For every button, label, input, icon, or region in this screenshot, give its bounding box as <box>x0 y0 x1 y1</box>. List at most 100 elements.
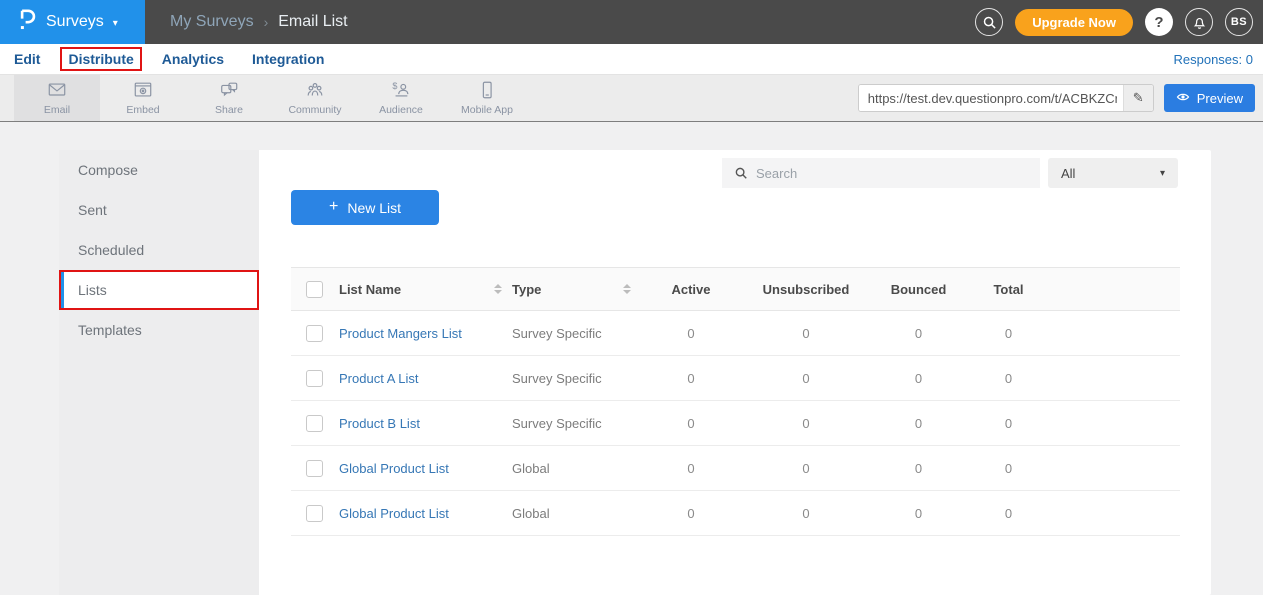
row-checkbox[interactable] <box>306 325 323 342</box>
list-filter-dropdown[interactable]: All ▾ <box>1048 158 1178 188</box>
row-checkbox[interactable] <box>306 460 323 477</box>
bounced-count: 0 <box>871 326 966 341</box>
unsubscribed-count: 0 <box>741 416 871 431</box>
bounced-count: 0 <box>871 416 966 431</box>
list-type: Global <box>512 461 550 476</box>
breadcrumb: My Surveys › Email List <box>170 13 348 31</box>
page-body: Compose Sent Scheduled Lists Templates A… <box>0 122 1263 595</box>
responses-count[interactable]: Responses: 0 <box>1174 52 1263 67</box>
email-lists-card: Compose Sent Scheduled Lists Templates A… <box>59 150 1211 595</box>
unsubscribed-count: 0 <box>741 506 871 521</box>
sidebar-item-sent[interactable]: Sent <box>59 190 259 230</box>
sort-icon[interactable] <box>623 284 631 294</box>
survey-url-input[interactable] <box>859 85 1123 111</box>
embed-icon <box>133 80 153 100</box>
upgrade-now-button[interactable]: Upgrade Now <box>1015 9 1133 36</box>
breadcrumb-separator-icon: › <box>264 14 269 30</box>
table-header-row: List Name Type Active Unsubscribed Bounc… <box>291 267 1180 311</box>
tab-distribute[interactable]: Distribute <box>62 49 139 69</box>
mobile-app-icon <box>477 80 497 100</box>
sidebar-item-compose[interactable]: Compose <box>59 150 259 190</box>
list-type: Survey Specific <box>512 371 602 386</box>
survey-url-group: ✎ <box>858 84 1154 112</box>
toolbar-tab-community[interactable]: Community <box>272 75 358 121</box>
list-type: Global <box>512 506 550 521</box>
list-name-link[interactable]: Product Mangers List <box>339 326 462 341</box>
sidebar-item-scheduled[interactable]: Scheduled <box>59 230 259 270</box>
help-icon[interactable]: ? <box>1145 8 1173 36</box>
product-switcher[interactable]: Surveys ▾ <box>0 0 145 44</box>
preview-button[interactable]: Preview <box>1164 84 1255 112</box>
new-list-button[interactable]: + New List <box>291 190 439 225</box>
list-filter-value: All <box>1061 166 1075 181</box>
table-row: Product Mangers List Survey Specific 0 0… <box>291 311 1180 356</box>
total-count: 0 <box>966 461 1051 476</box>
search-icon[interactable] <box>975 8 1003 36</box>
lists-content: All ▾ + New List List Name <box>259 150 1211 595</box>
row-checkbox[interactable] <box>306 370 323 387</box>
breadcrumb-email-list: Email List <box>278 13 347 31</box>
share-icon <box>219 80 239 100</box>
active-count: 0 <box>641 461 741 476</box>
top-bar: Surveys ▾ My Surveys › Email List Upgrad… <box>0 0 1263 44</box>
email-icon <box>47 80 67 100</box>
active-count: 0 <box>641 326 741 341</box>
search-box <box>722 158 1040 188</box>
edit-url-pencil-icon[interactable]: ✎ <box>1123 85 1153 111</box>
sidebar-item-lists[interactable]: Lists <box>59 270 259 310</box>
column-header-unsubscribed: Unsubscribed <box>741 282 871 297</box>
survey-nav: Edit Distribute Analytics Integration Re… <box>0 44 1263 75</box>
toolbar-tab-embed[interactable]: Embed <box>100 75 186 121</box>
total-count: 0 <box>966 326 1051 341</box>
column-header-active: Active <box>641 282 741 297</box>
toolbar-tab-email[interactable]: Email <box>14 75 100 121</box>
row-checkbox[interactable] <box>306 415 323 432</box>
toolbar-tab-mobile-app[interactable]: Mobile App <box>444 75 530 121</box>
column-header-bounced: Bounced <box>871 282 966 297</box>
active-count: 0 <box>641 506 741 521</box>
list-name-link[interactable]: Product A List <box>339 371 419 386</box>
unsubscribed-count: 0 <box>741 326 871 341</box>
lists-table: List Name Type Active Unsubscribed Bounc… <box>291 267 1180 536</box>
row-checkbox[interactable] <box>306 505 323 522</box>
bounced-count: 0 <box>871 506 966 521</box>
total-count: 0 <box>966 506 1051 521</box>
toolbar-tab-share[interactable]: Share <box>186 75 272 121</box>
bounced-count: 0 <box>871 461 966 476</box>
product-name: Surveys <box>46 13 104 31</box>
user-avatar[interactable]: BS <box>1225 8 1253 36</box>
breadcrumb-my-surveys[interactable]: My Surveys <box>170 13 254 31</box>
sort-icon[interactable] <box>494 284 502 294</box>
chevron-down-icon: ▾ <box>1160 168 1165 179</box>
filter-row: All ▾ <box>259 158 1178 188</box>
app-window: Surveys ▾ My Surveys › Email List Upgrad… <box>0 0 1263 595</box>
search-icon <box>734 166 748 180</box>
list-name-link[interactable]: Global Product List <box>339 461 449 476</box>
table-row: Global Product List Global 0 0 0 0 <box>291 491 1180 536</box>
list-name-link[interactable]: Product B List <box>339 416 420 431</box>
unsubscribed-count: 0 <box>741 371 871 386</box>
select-all-checkbox[interactable] <box>306 281 323 298</box>
top-actions: Upgrade Now ? BS <box>975 8 1263 36</box>
tab-edit[interactable]: Edit <box>8 49 46 69</box>
toolbar-tab-audience[interactable]: $ Audience <box>358 75 444 121</box>
tab-analytics[interactable]: Analytics <box>156 49 230 69</box>
sidebar-item-templates[interactable]: Templates <box>59 310 259 350</box>
audience-icon: $ <box>391 80 411 100</box>
notifications-bell-icon[interactable] <box>1185 8 1213 36</box>
svg-text:$: $ <box>392 81 397 91</box>
active-count: 0 <box>641 416 741 431</box>
column-header-list-name: List Name <box>339 282 401 297</box>
search-input[interactable] <box>722 158 1040 188</box>
distribute-toolbar: Email Embed Share Community $ Audience <box>0 75 1263 122</box>
column-header-total: Total <box>966 282 1051 297</box>
table-row: Global Product List Global 0 0 0 0 <box>291 446 1180 491</box>
eye-icon <box>1176 91 1190 106</box>
community-icon <box>305 80 325 100</box>
chevron-down-icon: ▾ <box>113 18 118 29</box>
unsubscribed-count: 0 <box>741 461 871 476</box>
active-count: 0 <box>641 371 741 386</box>
list-name-link[interactable]: Global Product List <box>339 506 449 521</box>
tab-integration[interactable]: Integration <box>246 49 330 69</box>
plus-icon: + <box>329 198 338 216</box>
